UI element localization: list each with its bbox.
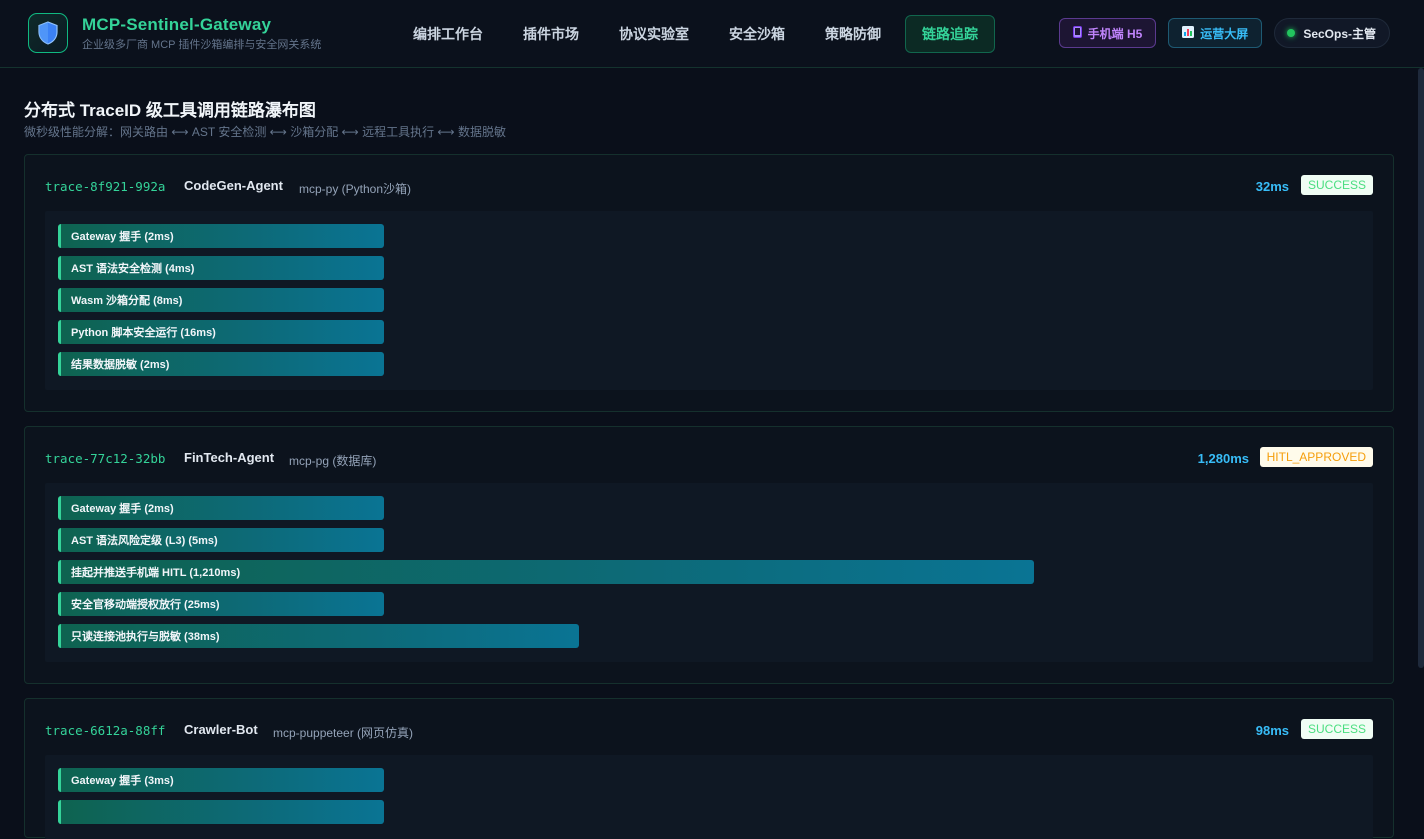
span-bar[interactable] (58, 800, 384, 824)
page-title: 分布式 TraceID 级工具调用链路瀑布图 (24, 101, 316, 120)
agent-name: Crawler-Bot (184, 722, 258, 737)
top-header: MCP-Sentinel-Gateway 企业级多厂商 MCP 插件沙箱编排与安… (0, 0, 1424, 68)
nav-orchestration[interactable]: 编排工作台 (393, 15, 503, 53)
app-subtitle: 企业级多厂商 MCP 插件沙箱编排与安全网关系统 (82, 38, 322, 51)
span-bar[interactable]: AST 语法安全检测 (4ms) (58, 256, 384, 280)
ops-dashboard-button[interactable]: 运营大屏 (1168, 18, 1263, 48)
nav-trace-tracking[interactable]: 链路追踪 (905, 15, 995, 53)
total-duration: 32ms (1255, 179, 1289, 194)
span-bar[interactable]: Python 脚本安全运行 (16ms) (58, 320, 384, 344)
trace-id[interactable]: trace-77c12-32bb (45, 451, 165, 466)
span-bar[interactable]: 安全官移动端授权放行 (25ms) (58, 592, 384, 616)
page-subtitle: 微秒级性能分解：网关路由 ⟷ AST 安全检测 ⟷ 沙箱分配 ⟷ 远程工具执行 … (24, 125, 506, 139)
mobile-h5-label: 手机端 H5 (1087, 26, 1143, 41)
mobile-h5-button[interactable]: 手机端 H5 (1058, 18, 1157, 48)
nav-plugin-market[interactable]: 插件市场 (503, 15, 599, 53)
agent-name: CodeGen-Agent (184, 178, 283, 193)
service-name: mcp-pg (数据库) (289, 454, 377, 468)
span-bar[interactable]: Gateway 握手 (2ms) (58, 496, 384, 520)
trace-card[interactable]: trace-77c12-32bb FinTech-Agent mcp-pg (数… (24, 426, 1394, 684)
trace-id[interactable]: trace-6612a-88ff (45, 723, 165, 738)
user-name: SecOps-主管 (1303, 26, 1376, 41)
total-duration: 1,280ms (1197, 451, 1249, 466)
nav-protocol-lab[interactable]: 协议实验室 (599, 15, 709, 53)
span-bar[interactable]: 结果数据脱敏 (2ms) (58, 352, 384, 376)
ops-dashboard-label: 运营大屏 (1200, 26, 1249, 41)
nav-security-sandbox[interactable]: 安全沙箱 (709, 15, 805, 53)
total-duration: 98ms (1255, 723, 1289, 738)
span-bar[interactable]: Gateway 握手 (3ms) (58, 768, 384, 792)
span-bar[interactable]: 只读连接池执行与脱敏 (38ms) (58, 624, 579, 648)
waterfall-track: Gateway 握手 (2ms) AST 语法安全检测 (4ms) Wasm 沙… (45, 211, 1373, 390)
span-bar[interactable]: AST 语法风险定级 (L3) (5ms) (58, 528, 384, 552)
status-badge: SUCCESS (1300, 175, 1373, 195)
span-bar[interactable]: 挂起并推送手机端 HITL (1,210ms) (58, 560, 1034, 584)
span-bar[interactable]: Wasm 沙箱分配 (8ms) (58, 288, 384, 312)
online-status-icon (1287, 29, 1296, 37)
status-badge: SUCCESS (1300, 719, 1373, 739)
trace-card[interactable]: trace-8f921-992a CodeGen-Agent mcp-py (P… (24, 154, 1394, 412)
app-title: MCP-Sentinel-Gateway (82, 14, 272, 34)
page-scrollbar[interactable] (1418, 68, 1424, 668)
bar-chart-icon (1182, 25, 1195, 41)
main-nav: 编排工作台 插件市场 协议实验室 安全沙箱 策略防御 链路追踪 (393, 15, 995, 53)
trace-id[interactable]: trace-8f921-992a (45, 179, 165, 194)
shield-logo-icon (28, 13, 68, 53)
service-name: mcp-puppeteer (网页仿真) (273, 726, 414, 740)
span-bar[interactable]: Gateway 握手 (2ms) (58, 224, 384, 248)
waterfall-track: Gateway 握手 (3ms) (45, 755, 1373, 839)
header-actions: 手机端 H5 运营大屏 SecOps-主管 (1047, 18, 1390, 48)
service-name: mcp-py (Python沙箱) (299, 182, 412, 196)
waterfall-track: Gateway 握手 (2ms) AST 语法风险定级 (L3) (5ms) 挂… (45, 483, 1373, 662)
brand[interactable]: MCP-Sentinel-Gateway 企业级多厂商 MCP 插件沙箱编排与安… (28, 13, 321, 53)
trace-card[interactable]: trace-6612a-88ff Crawler-Bot mcp-puppete… (24, 698, 1394, 839)
agent-name: FinTech-Agent (184, 450, 275, 465)
main-content: 分布式 TraceID 级工具调用链路瀑布图 微秒级性能分解：网关路由 ⟷ AS… (0, 68, 1418, 839)
status-badge: HITL_APPROVED (1259, 447, 1373, 467)
nav-policy-defense[interactable]: 策略防御 (805, 15, 901, 53)
user-menu[interactable]: SecOps-主管 (1274, 18, 1390, 48)
mobile-phone-icon (1072, 25, 1082, 41)
